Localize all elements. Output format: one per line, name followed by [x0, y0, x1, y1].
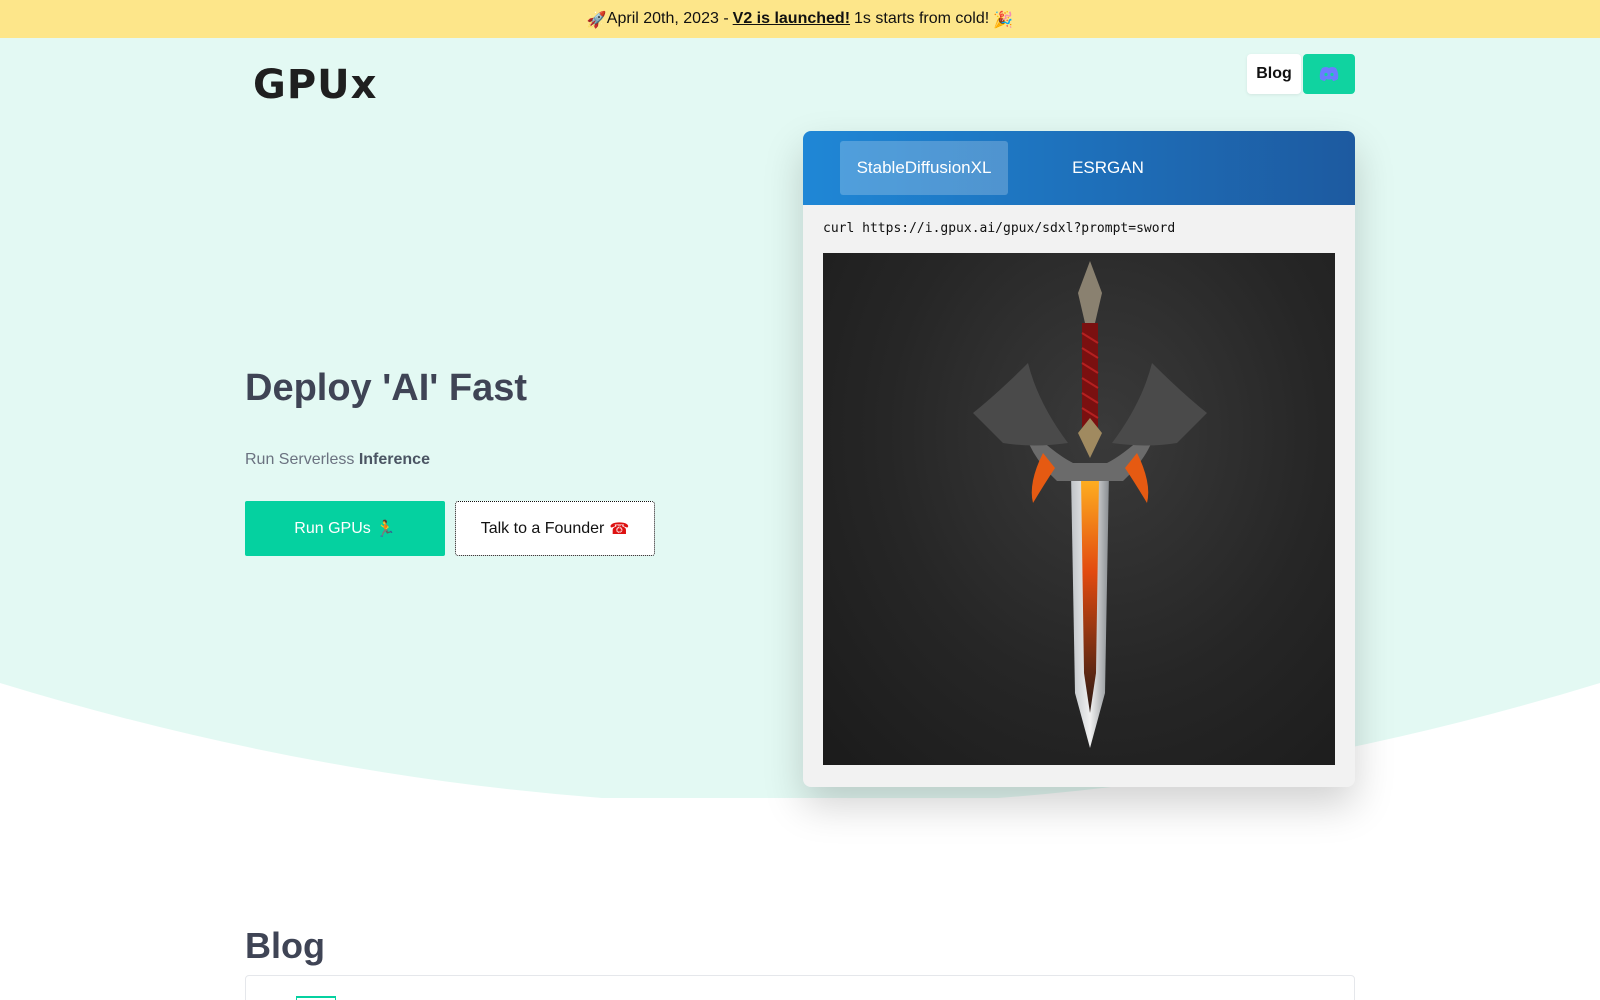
hero-subtitle-text: Run Serverless	[245, 451, 355, 468]
tab-esrgan[interactable]: ESRGAN	[1053, 141, 1163, 195]
announcement-link[interactable]: V2 is launched!	[733, 10, 850, 28]
talk-to-founder-button[interactable]: Talk to a Founder ☎	[455, 501, 655, 556]
announcement-bar: 🚀 April 20th, 2023 - V2 is launched! 1s …	[0, 0, 1600, 38]
logo[interactable]: GPUx	[253, 62, 377, 108]
tab-stablediffusionxl[interactable]: StableDiffusionXL	[840, 141, 1008, 195]
demo-card: StableDiffusionXL ESRGAN curl https://i.…	[803, 131, 1355, 787]
blog-card[interactable]	[245, 975, 1355, 1000]
nav-blog-link[interactable]: Blog	[1247, 54, 1301, 94]
hero-background	[0, 38, 1600, 798]
telephone-icon: ☎	[609, 519, 630, 538]
discord-button[interactable]	[1303, 54, 1355, 94]
blog-heading: Blog	[245, 925, 325, 966]
run-gpus-button[interactable]: Run GPUs 🏃	[245, 501, 445, 556]
rocket-icon: 🚀	[586, 9, 607, 29]
hero-subtitle: Run Serverless Inference	[245, 451, 430, 469]
announcement-text: 1s starts from cold!	[854, 10, 990, 27]
talk-to-founder-label: Talk to a Founder	[480, 519, 605, 537]
blog-tag	[296, 996, 336, 1000]
generated-sword-image	[823, 253, 1335, 765]
demo-tab-bar: StableDiffusionXL ESRGAN	[803, 131, 1355, 205]
run-gpus-label: Run GPUs	[294, 519, 371, 537]
curl-command: curl https://i.gpux.ai/gpux/sdxl?prompt=…	[823, 221, 1176, 236]
discord-icon	[1319, 67, 1339, 81]
announcement-date: April 20th, 2023 -	[606, 10, 729, 27]
party-icon: 🎉	[993, 9, 1014, 29]
hero-title: Deploy 'AI' Fast	[245, 367, 528, 409]
hero-subtitle-bold: Inference	[358, 451, 430, 468]
runner-icon: 🏃	[375, 519, 396, 538]
